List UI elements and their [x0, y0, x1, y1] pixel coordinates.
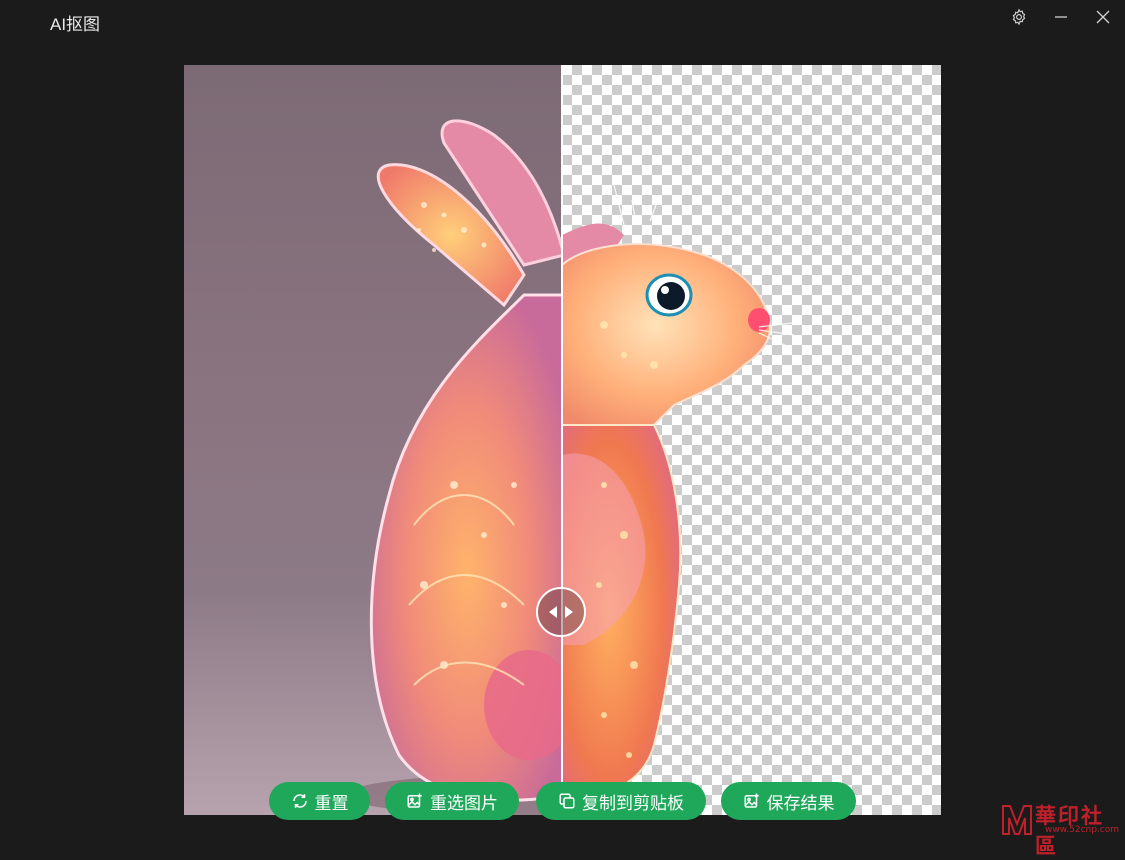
close-button[interactable]	[1088, 4, 1118, 30]
reset-button[interactable]: 重置	[269, 782, 370, 820]
minimize-icon	[1055, 16, 1067, 18]
window-title: AI抠图	[50, 15, 101, 34]
settings-button[interactable]	[1004, 4, 1034, 30]
save-result-button[interactable]: 保存结果	[721, 782, 856, 820]
image-icon	[407, 793, 422, 808]
title-bar: AI抠图	[0, 0, 1125, 40]
action-bar: 重置 重选图片 复制到剪贴板 保存结果	[0, 782, 1125, 822]
gear-icon	[1012, 8, 1026, 26]
cutout-result	[562, 65, 941, 815]
copy-to-clipboard-button[interactable]: 复制到剪贴板	[536, 782, 706, 820]
minimize-button[interactable]	[1046, 4, 1076, 30]
compare-view[interactable]	[184, 65, 941, 815]
reselect-label: 重选图片	[430, 793, 498, 813]
left-right-arrows-icon	[549, 606, 573, 618]
copy-icon	[559, 793, 575, 809]
compare-divider[interactable]	[561, 65, 563, 815]
watermark-url: www.52cnp.com	[1045, 825, 1120, 835]
save-label: 保存结果	[766, 793, 835, 813]
original-image	[184, 65, 562, 815]
refresh-icon	[292, 794, 307, 808]
compare-slider-handle[interactable]	[536, 587, 586, 637]
rabbit-original	[344, 119, 562, 815]
reset-label: 重置	[314, 793, 349, 813]
save-image-icon	[744, 793, 759, 808]
close-icon	[1096, 10, 1110, 24]
copy-label: 复制到剪贴板	[582, 793, 684, 813]
rabbit-cutout	[562, 184, 795, 796]
logo-icon	[1002, 805, 1032, 835]
reselect-image-button[interactable]: 重选图片	[385, 782, 519, 820]
site-watermark: 華印社區 www.52cnp.com	[1000, 800, 1125, 858]
